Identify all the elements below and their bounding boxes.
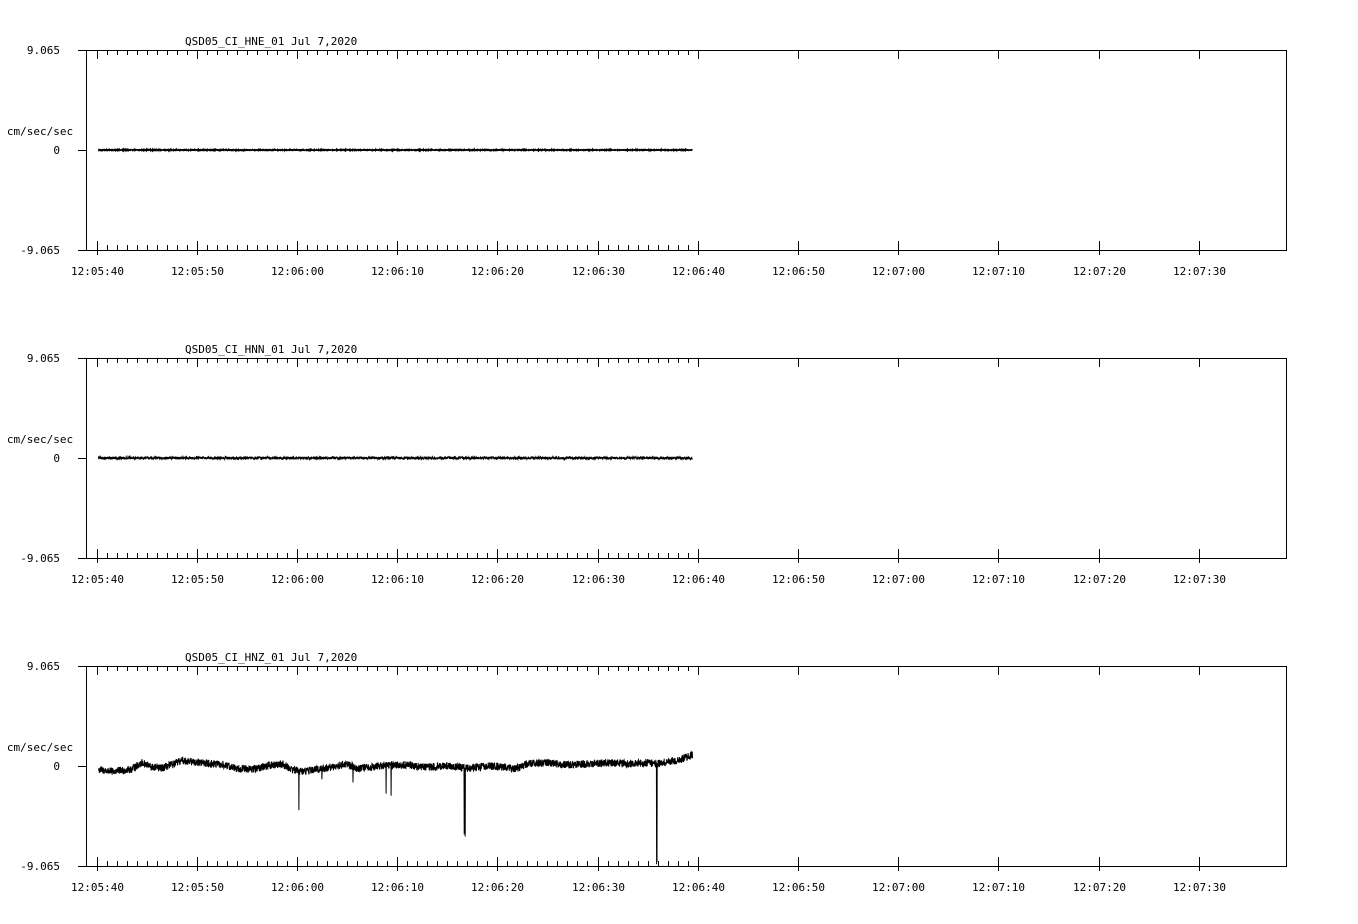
x-tick-label: 12:06:30 — [572, 573, 625, 586]
panel-title: QSD05_CI_HNN_01 Jul 7,2020 — [185, 343, 357, 356]
x-tick-label: 12:07:00 — [872, 881, 925, 894]
x-tick-label: 12:07:00 — [872, 265, 925, 278]
y-tick-label-min: -9.065 — [20, 860, 60, 873]
x-tick-label: 12:07:20 — [1073, 881, 1126, 894]
seismogram-figure: QSD05_CI_HNE_01 Jul 7,2020 9.065 cm/sec/se… — [7, 35, 1287, 894]
x-tick-label: 12:07:20 — [1073, 573, 1126, 586]
x-tick-label: 12:07:10 — [972, 881, 1025, 894]
x-tick-label: 12:06:10 — [371, 573, 424, 586]
x-tick-label: 12:05:40 — [71, 573, 124, 586]
x-tick-label: 12:06:10 — [371, 265, 424, 278]
x-tick-label: 12:06:20 — [471, 881, 524, 894]
x-tick-label: 12:05:50 — [171, 881, 224, 894]
channel-panel-0: QSD05_CI_HNE_01 Jul 7,2020 9.065 cm/sec/se… — [7, 35, 1287, 278]
x-tick-label: 12:06:50 — [772, 881, 825, 894]
waveform-trace — [98, 454, 693, 462]
channel-panel-2: QSD05_CI_HNZ_01 Jul 7,2020 9.065 cm/sec/se… — [7, 651, 1287, 894]
y-tick-label-zero: 0 — [53, 760, 60, 773]
y-axis-label: cm/sec/sec — [7, 741, 73, 754]
waveform-trace — [98, 750, 693, 865]
y-tick-label-max: 9.065 — [27, 660, 60, 673]
panel-title: QSD05_CI_HNE_01 Jul 7,2020 — [185, 35, 357, 48]
x-tick-label: 12:05:50 — [171, 573, 224, 586]
x-tick-label: 12:05:50 — [171, 265, 224, 278]
y-tick-label-max: 9.065 — [27, 44, 60, 57]
x-tick-label: 12:06:50 — [772, 573, 825, 586]
x-tick-label: 12:07:30 — [1173, 573, 1226, 586]
x-tick-label: 12:06:40 — [672, 265, 725, 278]
x-tick-label: 12:07:00 — [872, 573, 925, 586]
x-tick-label: 12:06:40 — [672, 573, 725, 586]
x-tick-label: 12:07:30 — [1173, 265, 1226, 278]
x-tick-label: 12:06:00 — [271, 881, 324, 894]
x-tick-label: 12:07:20 — [1073, 265, 1126, 278]
channel-panel-1: QSD05_CI_HNN_01 Jul 7,2020 9.065 cm/sec/se… — [7, 343, 1287, 586]
x-tick-label: 12:06:00 — [271, 265, 324, 278]
y-tick-label-min: -9.065 — [20, 552, 60, 565]
x-tick-label: 12:06:00 — [271, 573, 324, 586]
x-tick-label: 12:06:20 — [471, 265, 524, 278]
x-tick-label: 12:07:30 — [1173, 881, 1226, 894]
x-tick-label: 12:06:10 — [371, 881, 424, 894]
x-tick-label: 12:06:20 — [471, 573, 524, 586]
x-tick-label: 12:05:40 — [71, 881, 124, 894]
y-tick-label-min: -9.065 — [20, 244, 60, 257]
x-tick-label: 12:07:10 — [972, 573, 1025, 586]
x-tick-label: 12:07:10 — [972, 265, 1025, 278]
waveform-trace — [97, 147, 693, 153]
x-tick-label: 12:05:40 — [71, 265, 124, 278]
x-tick-label: 12:06:30 — [572, 881, 625, 894]
x-tick-label: 12:06:30 — [572, 265, 625, 278]
panel-title: QSD05_CI_HNZ_01 Jul 7,2020 — [185, 651, 357, 664]
y-tick-label-zero: 0 — [53, 144, 60, 157]
y-tick-label-max: 9.065 — [27, 352, 60, 365]
x-tick-label: 12:06:40 — [672, 881, 725, 894]
x-tick-label: 12:06:50 — [772, 265, 825, 278]
y-tick-label-zero: 0 — [53, 452, 60, 465]
y-axis-label: cm/sec/sec — [7, 125, 73, 138]
y-axis-label: cm/sec/sec — [7, 433, 73, 446]
